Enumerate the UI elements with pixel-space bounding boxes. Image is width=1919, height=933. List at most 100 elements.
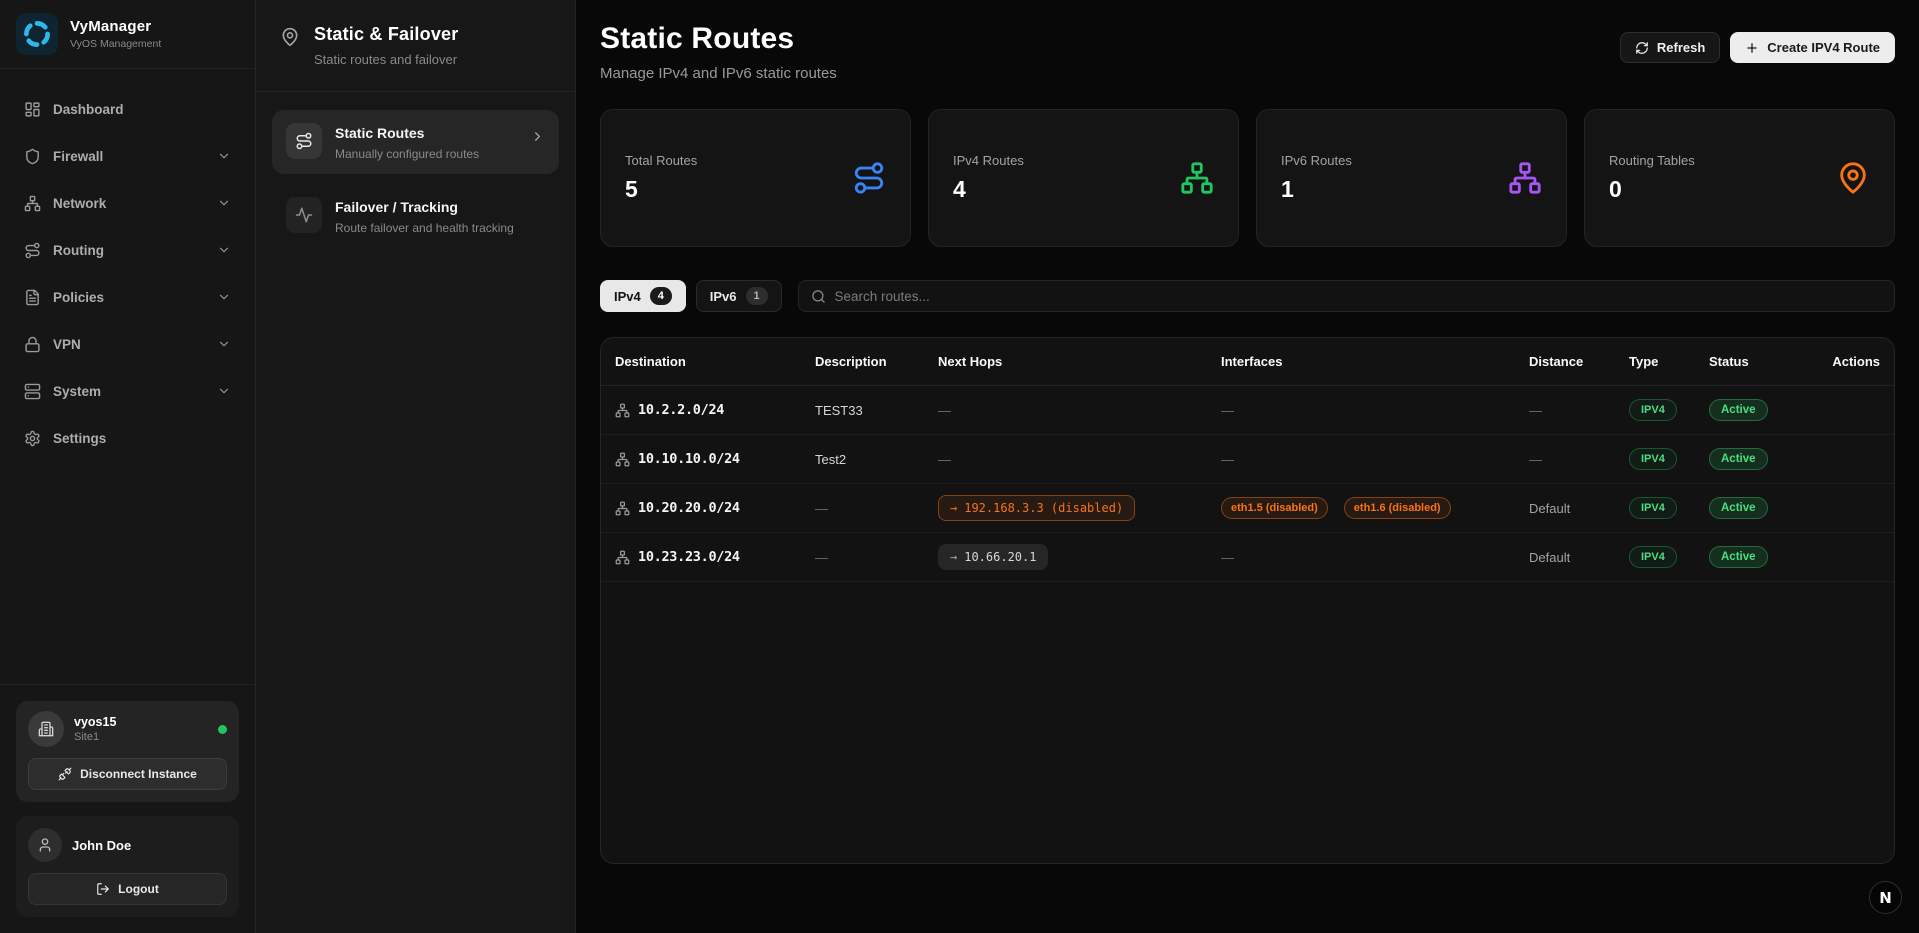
empty-value: — bbox=[1221, 452, 1234, 467]
tab-ipv6[interactable]: IPv6 1 bbox=[696, 280, 782, 312]
table-body: 10.2.2.0/24 TEST33 — — — IPV4 Active 10.10.10.0… bbox=[601, 386, 1894, 582]
route-destination: 10.2.2.0/24 bbox=[638, 402, 724, 418]
panel-item-static-routes[interactable]: Static Routes Manually configured routes bbox=[272, 110, 559, 174]
plus-icon bbox=[1745, 41, 1759, 55]
user-card: John Doe Logout bbox=[16, 816, 239, 917]
route-icon bbox=[24, 242, 41, 259]
interfaces-cell: — bbox=[1221, 452, 1529, 467]
next-hops-cell: — bbox=[938, 403, 1221, 418]
unplug-icon bbox=[58, 767, 72, 781]
route-description: Test2 bbox=[815, 452, 846, 467]
sidebar-item-vpn[interactable]: VPN bbox=[12, 324, 243, 364]
search-input[interactable] bbox=[835, 289, 1883, 304]
create-ipv4-route-button[interactable]: Create IPV4 Route bbox=[1730, 32, 1895, 63]
chevron-down-icon bbox=[217, 337, 231, 351]
refresh-button[interactable]: Refresh bbox=[1620, 32, 1720, 63]
route-icon bbox=[286, 123, 322, 159]
logout-button[interactable]: Logout bbox=[28, 873, 227, 905]
sidebar-item-policies[interactable]: Policies bbox=[12, 277, 243, 317]
type-badge: IPV4 bbox=[1629, 546, 1677, 568]
refresh-icon bbox=[1635, 41, 1649, 55]
map-pin-icon bbox=[1836, 161, 1870, 195]
section-panel: Static & Failover Static routes and fail… bbox=[256, 0, 576, 933]
next-hops-cell: →192.168.3.3 (disabled) bbox=[938, 495, 1221, 521]
file-text-icon bbox=[24, 289, 41, 306]
route-description: — bbox=[815, 501, 828, 516]
instance-card: vyos15 Site1 Disconnect Instance bbox=[16, 701, 239, 802]
chevron-right-icon bbox=[530, 129, 545, 144]
sidebar-item-dashboard[interactable]: Dashboard bbox=[12, 89, 243, 129]
route-distance: Default bbox=[1529, 550, 1570, 565]
status-badge: Active bbox=[1709, 399, 1768, 421]
route-destination: 10.10.10.0/24 bbox=[638, 451, 740, 467]
main-content: Static Routes Manage IPv4 and IPv6 stati… bbox=[576, 0, 1919, 933]
table-row: 10.23.23.0/24—→10.66.20.1—DefaultIPV4Act… bbox=[601, 533, 1894, 582]
search-box bbox=[798, 280, 1896, 312]
lock-icon bbox=[24, 336, 41, 353]
route-distance: — bbox=[1529, 403, 1542, 418]
empty-value: — bbox=[1221, 550, 1234, 565]
brand-logo-icon bbox=[16, 13, 58, 55]
chevron-down-icon bbox=[217, 196, 231, 210]
status-badge: Active bbox=[1709, 448, 1768, 470]
arrow-right-icon: → bbox=[950, 501, 957, 515]
user-icon bbox=[28, 828, 62, 862]
status-badge: Active bbox=[1709, 546, 1768, 568]
shield-icon bbox=[24, 148, 41, 165]
panel-title: Static & Failover bbox=[314, 24, 458, 45]
main-nav: Dashboard Firewall Network Routing Polic… bbox=[0, 69, 255, 478]
type-badge: IPV4 bbox=[1629, 448, 1677, 470]
primary-sidebar: VyManager VyOS Management Dashboard Fire… bbox=[0, 0, 256, 933]
sidebar-item-settings[interactable]: Settings bbox=[12, 418, 243, 458]
network-icon bbox=[615, 403, 630, 418]
instance-name: vyos15 bbox=[74, 715, 116, 729]
status-badge: Active bbox=[1709, 497, 1768, 519]
activity-icon bbox=[286, 197, 322, 233]
panel-subtitle: Static routes and failover bbox=[314, 52, 458, 67]
network-icon bbox=[615, 550, 630, 565]
gear-icon bbox=[24, 430, 41, 447]
chevron-down-icon bbox=[217, 290, 231, 304]
table-row: 10.20.20.0/24—→192.168.3.3 (disabled)eth… bbox=[601, 484, 1894, 533]
sidebar-item-network[interactable]: Network bbox=[12, 183, 243, 223]
route-icon bbox=[852, 161, 886, 195]
page-title: Static Routes bbox=[600, 22, 837, 56]
page-subtitle: Manage IPv4 and IPv6 static routes bbox=[600, 65, 837, 82]
disconnect-instance-button[interactable]: Disconnect Instance bbox=[28, 758, 227, 790]
stats-row: Total Routes 5 IPv4 Routes 4 IPv6 Routes… bbox=[600, 109, 1895, 247]
instance-site: Site1 bbox=[74, 731, 116, 743]
sidebar-footer: vyos15 Site1 Disconnect Instance John Do… bbox=[0, 684, 255, 933]
chevron-down-icon bbox=[217, 243, 231, 257]
map-pin-icon bbox=[280, 27, 300, 67]
logout-icon bbox=[96, 882, 110, 896]
sidebar-item-firewall[interactable]: Firewall bbox=[12, 136, 243, 176]
brand-name: VyManager bbox=[70, 18, 161, 35]
stat-card-total-routes: Total Routes 5 bbox=[600, 109, 911, 247]
sidebar-item-routing[interactable]: Routing bbox=[12, 230, 243, 270]
table-row: 10.2.2.0/24TEST33———IPV4Active bbox=[601, 386, 1894, 435]
dashboard-icon bbox=[24, 101, 41, 118]
framework-badge-button[interactable]: N bbox=[1869, 881, 1902, 914]
building-icon bbox=[28, 711, 64, 747]
panel-header: Static & Failover Static routes and fail… bbox=[256, 0, 575, 92]
network-icon bbox=[615, 452, 630, 467]
next-hops-cell: →10.66.20.1 bbox=[938, 544, 1221, 570]
interfaces-cell: eth1.5 (disabled)eth1.6 (disabled) bbox=[1221, 497, 1529, 519]
tab-count-badge: 4 bbox=[650, 287, 672, 305]
empty-value: — bbox=[1221, 403, 1234, 418]
network-icon bbox=[24, 195, 41, 212]
tab-ipv4[interactable]: IPv4 4 bbox=[600, 280, 686, 312]
stat-card-ipv6-routes: IPv6 Routes 1 bbox=[1256, 109, 1567, 247]
table-row: 10.10.10.0/24Test2———IPV4Active bbox=[601, 435, 1894, 484]
brand: VyManager VyOS Management bbox=[0, 0, 255, 69]
panel-item-failover-tracking[interactable]: Failover / Tracking Route failover and h… bbox=[272, 184, 559, 248]
sidebar-item-system[interactable]: System bbox=[12, 371, 243, 411]
chevron-down-icon bbox=[217, 384, 231, 398]
route-destination: 10.23.23.0/24 bbox=[638, 549, 740, 565]
route-description: TEST33 bbox=[815, 403, 863, 418]
empty-value: — bbox=[938, 452, 951, 467]
table-header: Destination Description Next Hops Interf… bbox=[601, 338, 1894, 386]
status-dot bbox=[218, 725, 227, 734]
empty-value: — bbox=[938, 403, 951, 418]
tab-count-badge: 1 bbox=[746, 287, 768, 305]
